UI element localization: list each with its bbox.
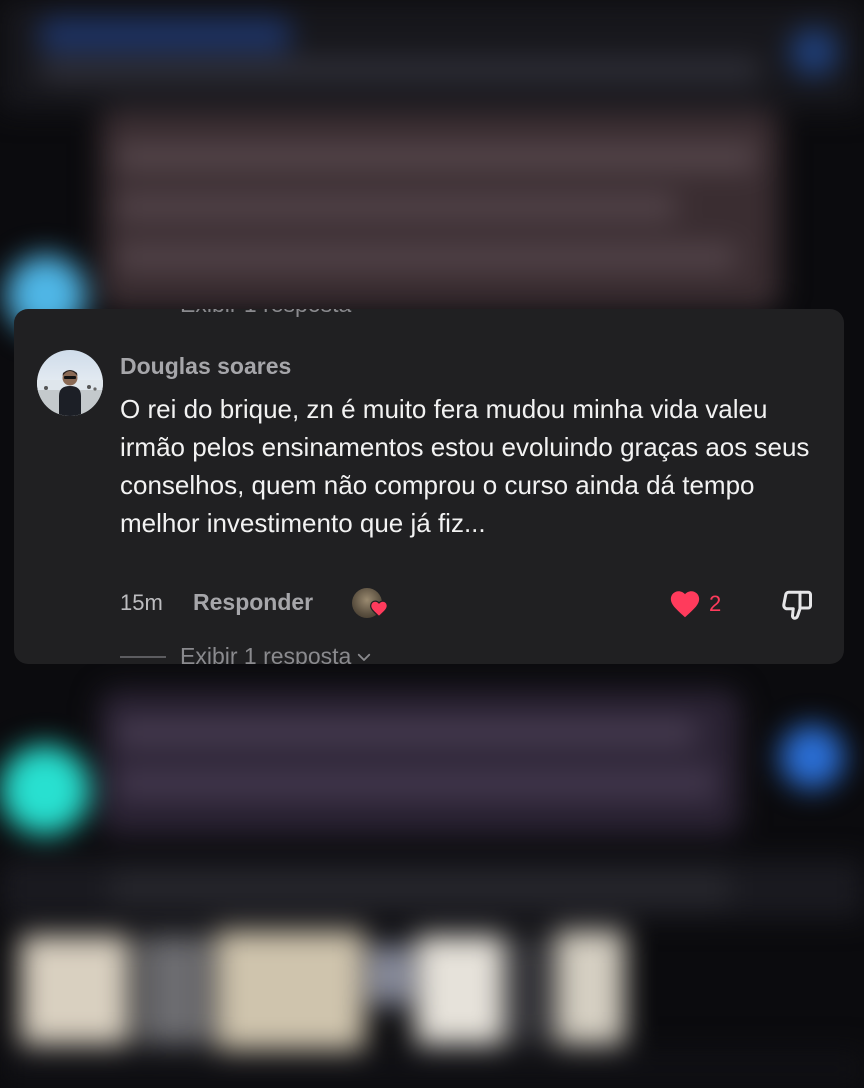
background-header-line xyxy=(40,58,760,82)
background-thumbnail xyxy=(370,945,410,1005)
background-text-line xyxy=(116,145,756,169)
reply-button[interactable]: Responder xyxy=(193,589,313,616)
background-input-field xyxy=(110,870,730,906)
heart-icon xyxy=(370,600,388,618)
divider xyxy=(120,655,166,658)
background-thumbnail xyxy=(215,930,365,1050)
chevron-down-icon xyxy=(358,653,371,661)
background-footer xyxy=(0,1050,864,1088)
background-thumbnail xyxy=(510,935,550,1045)
background-header-title xyxy=(40,18,290,52)
heart-icon[interactable] xyxy=(668,587,702,621)
comment-card: Exibir 1 resposta Douglas soares O rei d… xyxy=(14,309,844,664)
comment-timestamp: 15m xyxy=(120,590,163,615)
background-comment-card xyxy=(100,690,740,835)
thumbs-down-icon[interactable] xyxy=(779,587,815,623)
background-thumbnail xyxy=(140,935,210,1045)
creator-liked-badge xyxy=(352,588,390,622)
background-thumbnail xyxy=(555,930,625,1045)
avatar[interactable] xyxy=(37,350,103,416)
background-header-avatar xyxy=(790,28,838,76)
background-text-line xyxy=(116,720,696,746)
background-avatar xyxy=(0,745,90,835)
screen: Exibir 1 resposta Douglas soares O rei d… xyxy=(0,0,864,1088)
view-replies-label: Exibir 1 resposta xyxy=(180,643,352,664)
background-avatar xyxy=(780,725,844,789)
background-thumbnail xyxy=(415,935,505,1045)
avatar-photo-icon xyxy=(37,370,103,416)
background-text-line xyxy=(116,195,676,219)
view-replies-button[interactable]: Exibir 1 resposta xyxy=(120,643,373,664)
comment-text: O rei do brique, zn é muito fera mudou m… xyxy=(120,394,810,538)
background-text-line xyxy=(116,770,716,796)
like-count: 2 xyxy=(709,591,722,616)
background-text-line xyxy=(116,245,736,269)
background-thumbnail xyxy=(20,935,130,1045)
previous-view-replies-label: Exibir 1 resposta xyxy=(180,309,351,318)
comment-author-name[interactable]: Douglas soares xyxy=(120,353,291,380)
background-header xyxy=(0,0,864,110)
